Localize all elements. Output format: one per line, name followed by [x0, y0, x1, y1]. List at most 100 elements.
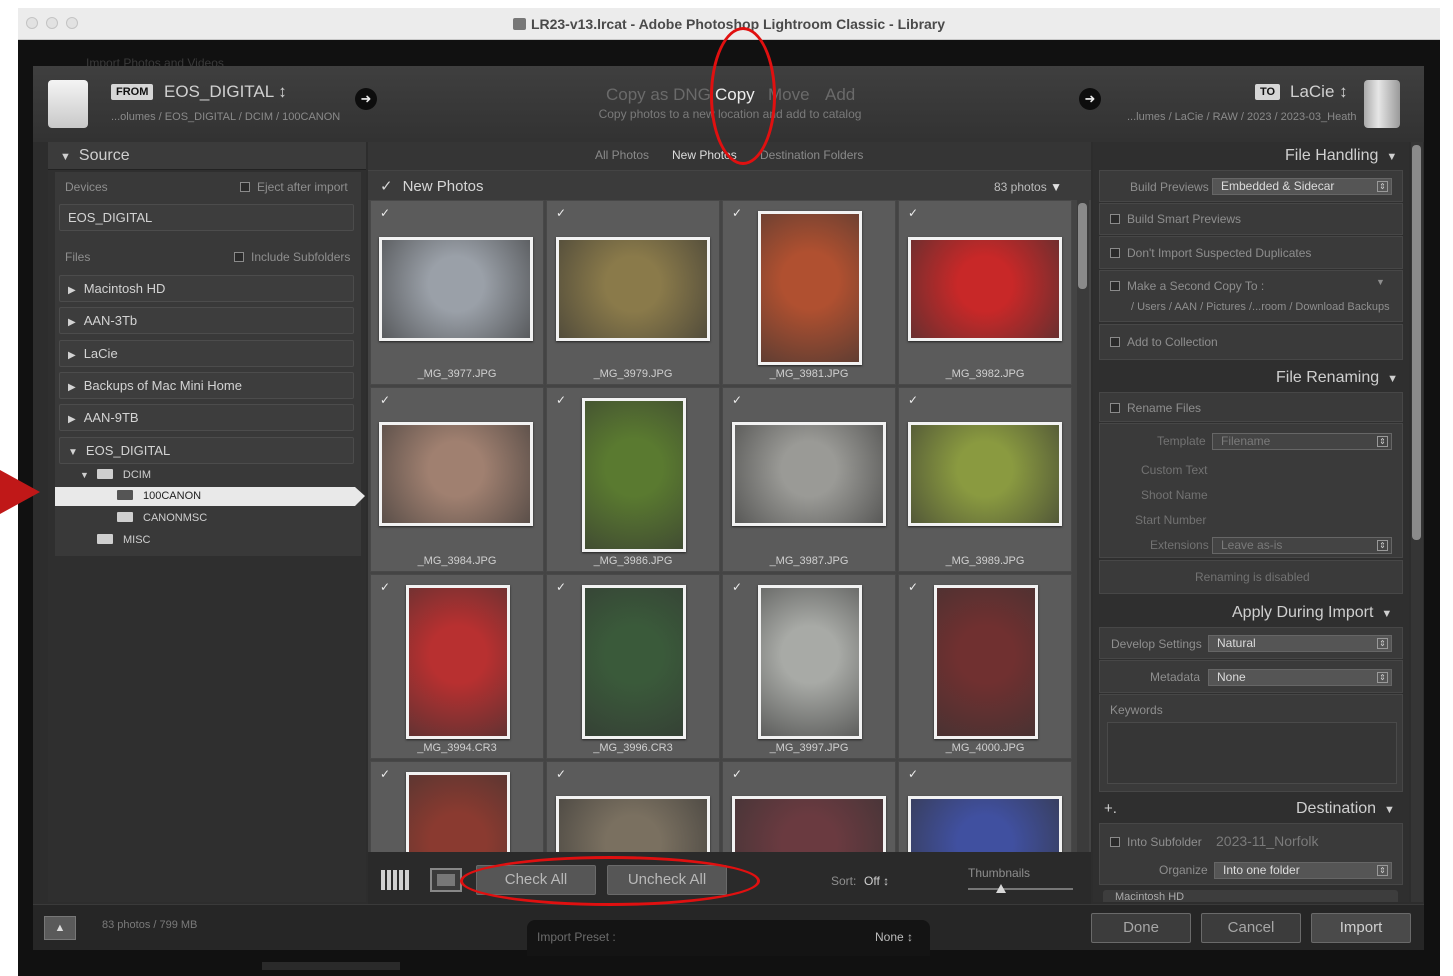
destination-volume-row[interactable]: Macintosh HD: [1103, 890, 1398, 902]
apply-during-import-title[interactable]: Apply During Import ▼: [1232, 604, 1392, 622]
photo-cell[interactable]: ✓ _MG_3977.JPG: [370, 200, 544, 385]
grid-view-icon[interactable]: [381, 870, 411, 890]
photo-cell[interactable]: ✓ _MG_3989.JPG: [898, 387, 1072, 572]
destination-title[interactable]: Destination ▼: [1296, 800, 1395, 818]
photo-cell[interactable]: ✓ _MG_3994.CR3: [370, 574, 544, 759]
photo-checkbox[interactable]: ✓: [732, 394, 744, 406]
new-photos-header[interactable]: ✓ New Photos: [380, 177, 483, 195]
include-subfolders-box[interactable]: [234, 252, 244, 262]
tab-destination-folders[interactable]: Destination Folders: [760, 148, 863, 162]
photo-cell[interactable]: ✓ _MG_3996.CR3: [546, 574, 720, 759]
photo-checkbox[interactable]: ✓: [908, 207, 920, 219]
volume-eos-digital[interactable]: ▼ EOS_DIGITAL: [59, 437, 354, 464]
thumbnail-size-slider[interactable]: [968, 888, 1073, 890]
into-subfolder-checkbox[interactable]: Into Subfolder: [1110, 835, 1202, 849]
include-subfolders-checkbox[interactable]: Include Subfolders: [234, 250, 350, 264]
import-preset-selector[interactable]: None ↕: [875, 930, 913, 944]
photo-cell[interactable]: ✓: [898, 761, 1072, 852]
folder-canonmsc[interactable]: CANONMSC: [117, 512, 207, 524]
selected-folder-row[interactable]: [55, 487, 355, 506]
add-collection-checkbox[interactable]: Add to Collection: [1110, 335, 1218, 349]
photo-checkbox[interactable]: ✓: [556, 207, 568, 219]
subfolder-name-input[interactable]: 2023-11_Norfolk: [1216, 833, 1318, 849]
template-dropdown[interactable]: Filename ⇕: [1212, 433, 1392, 450]
second-copy-dropdown-icon[interactable]: ▼: [1376, 277, 1385, 287]
source-arrow-icon[interactable]: ➜: [355, 88, 377, 110]
cancel-button[interactable]: Cancel: [1201, 913, 1301, 943]
second-copy-checkbox[interactable]: Make a Second Copy To :: [1110, 279, 1264, 293]
develop-settings-dropdown[interactable]: Natural ⇕: [1208, 635, 1392, 652]
photo-checkbox[interactable]: ✓: [380, 394, 392, 406]
photo-thumbnail[interactable]: [934, 585, 1038, 739]
photo-checkbox[interactable]: ✓: [732, 207, 744, 219]
add-destination-icon[interactable]: +.: [1104, 800, 1117, 817]
folder-misc[interactable]: MISC: [97, 534, 151, 546]
done-button[interactable]: Done: [1091, 913, 1191, 943]
checkbox-box[interactable]: [1110, 214, 1120, 224]
device-eos-digital[interactable]: EOS_DIGITAL: [59, 204, 354, 231]
photo-thumbnail[interactable]: [406, 772, 510, 852]
grid-scrollbar-thumb[interactable]: [1078, 203, 1087, 289]
extensions-dropdown[interactable]: Leave as-is ⇕: [1212, 537, 1392, 554]
photo-thumbnail[interactable]: [556, 796, 710, 852]
photo-thumbnail[interactable]: [908, 422, 1062, 526]
photo-thumbnail[interactable]: [758, 211, 862, 365]
organize-dropdown[interactable]: Into one folder ⇕: [1214, 862, 1392, 879]
photo-thumbnail[interactable]: [406, 585, 510, 739]
photo-thumbnail[interactable]: [556, 237, 710, 341]
grid-scrollbar[interactable]: [1077, 200, 1089, 852]
photo-thumbnail[interactable]: [379, 237, 533, 341]
photo-checkbox[interactable]: ✓: [380, 581, 392, 593]
checkbox-box[interactable]: [1110, 248, 1120, 258]
metadata-dropdown[interactable]: None ⇕: [1208, 669, 1392, 686]
photo-checkbox[interactable]: ✓: [380, 768, 392, 780]
keywords-input[interactable]: [1107, 722, 1397, 784]
file-renaming-title[interactable]: File Renaming ▼: [1276, 369, 1398, 387]
settings-scrollbar-thumb[interactable]: [1412, 145, 1421, 540]
build-previews-dropdown[interactable]: Embedded & Sidecar ⇕: [1212, 178, 1392, 195]
photo-checkbox[interactable]: ✓: [732, 581, 744, 593]
photo-thumbnail[interactable]: [732, 422, 886, 526]
photo-cell[interactable]: ✓: [722, 761, 896, 852]
photo-checkbox[interactable]: ✓: [556, 581, 568, 593]
photo-thumbnail[interactable]: [908, 796, 1062, 852]
folder-dcim[interactable]: ▼ DCIM: [80, 469, 151, 481]
photo-cell[interactable]: ✓ _MG_3987.JPG: [722, 387, 896, 572]
photo-cell[interactable]: ✓ _MG_4000.JPG: [898, 574, 1072, 759]
no-duplicates-checkbox[interactable]: Don't Import Suspected Duplicates: [1110, 246, 1311, 260]
source-drive-icon[interactable]: [48, 80, 88, 128]
destination-drive-icon[interactable]: [1364, 80, 1400, 128]
eject-checkbox[interactable]: Eject after import: [240, 180, 348, 194]
photo-cell[interactable]: ✓ _MG_3979.JPG: [546, 200, 720, 385]
volume-aan-3tb[interactable]: ▶ AAN-3Tb: [59, 307, 354, 334]
smart-previews-checkbox[interactable]: Build Smart Previews: [1110, 212, 1241, 226]
photo-thumbnail[interactable]: [582, 398, 686, 552]
photo-thumbnail[interactable]: [758, 585, 862, 739]
checkbox-box[interactable]: [1110, 337, 1120, 347]
folder-100canon[interactable]: 100CANON: [117, 490, 201, 502]
photo-cell[interactable]: ✓ _MG_3982.JPG: [898, 200, 1072, 385]
loupe-view-icon[interactable]: [430, 868, 462, 892]
photo-thumbnail[interactable]: [732, 796, 886, 852]
photo-cell[interactable]: ✓ _MG_3984.JPG: [370, 387, 544, 572]
import-button[interactable]: Import: [1311, 913, 1411, 943]
photo-checkbox[interactable]: ✓: [380, 207, 392, 219]
expand-panel-icon[interactable]: ▲: [44, 916, 76, 940]
photo-thumbnail[interactable]: [582, 585, 686, 739]
photo-checkbox[interactable]: ✓: [556, 394, 568, 406]
source-device-selector[interactable]: EOS_DIGITAL ↕: [164, 82, 287, 102]
checkbox-box[interactable]: [1110, 281, 1120, 291]
photo-checkbox[interactable]: ✓: [556, 768, 568, 780]
volume-backups-mac-mini[interactable]: ▶ Backups of Mac Mini Home: [59, 372, 354, 399]
photo-thumbnail[interactable]: [908, 237, 1062, 341]
source-title[interactable]: ▼ Source: [60, 147, 130, 165]
sort-triangle-icon[interactable]: ▼: [1050, 180, 1062, 194]
checkbox-box[interactable]: [1110, 837, 1120, 847]
photo-checkbox[interactable]: ✓: [908, 581, 920, 593]
mode-copy-as-dng[interactable]: Copy as DNG: [606, 85, 711, 105]
sort-selector[interactable]: Off ↕: [864, 874, 889, 888]
file-handling-title[interactable]: File Handling ▼: [1285, 147, 1397, 165]
photo-checkbox[interactable]: ✓: [908, 768, 920, 780]
photo-cell[interactable]: ✓ _MG_3981.JPG: [722, 200, 896, 385]
volume-macintosh-hd[interactable]: ▶ Macintosh HD: [59, 275, 354, 302]
